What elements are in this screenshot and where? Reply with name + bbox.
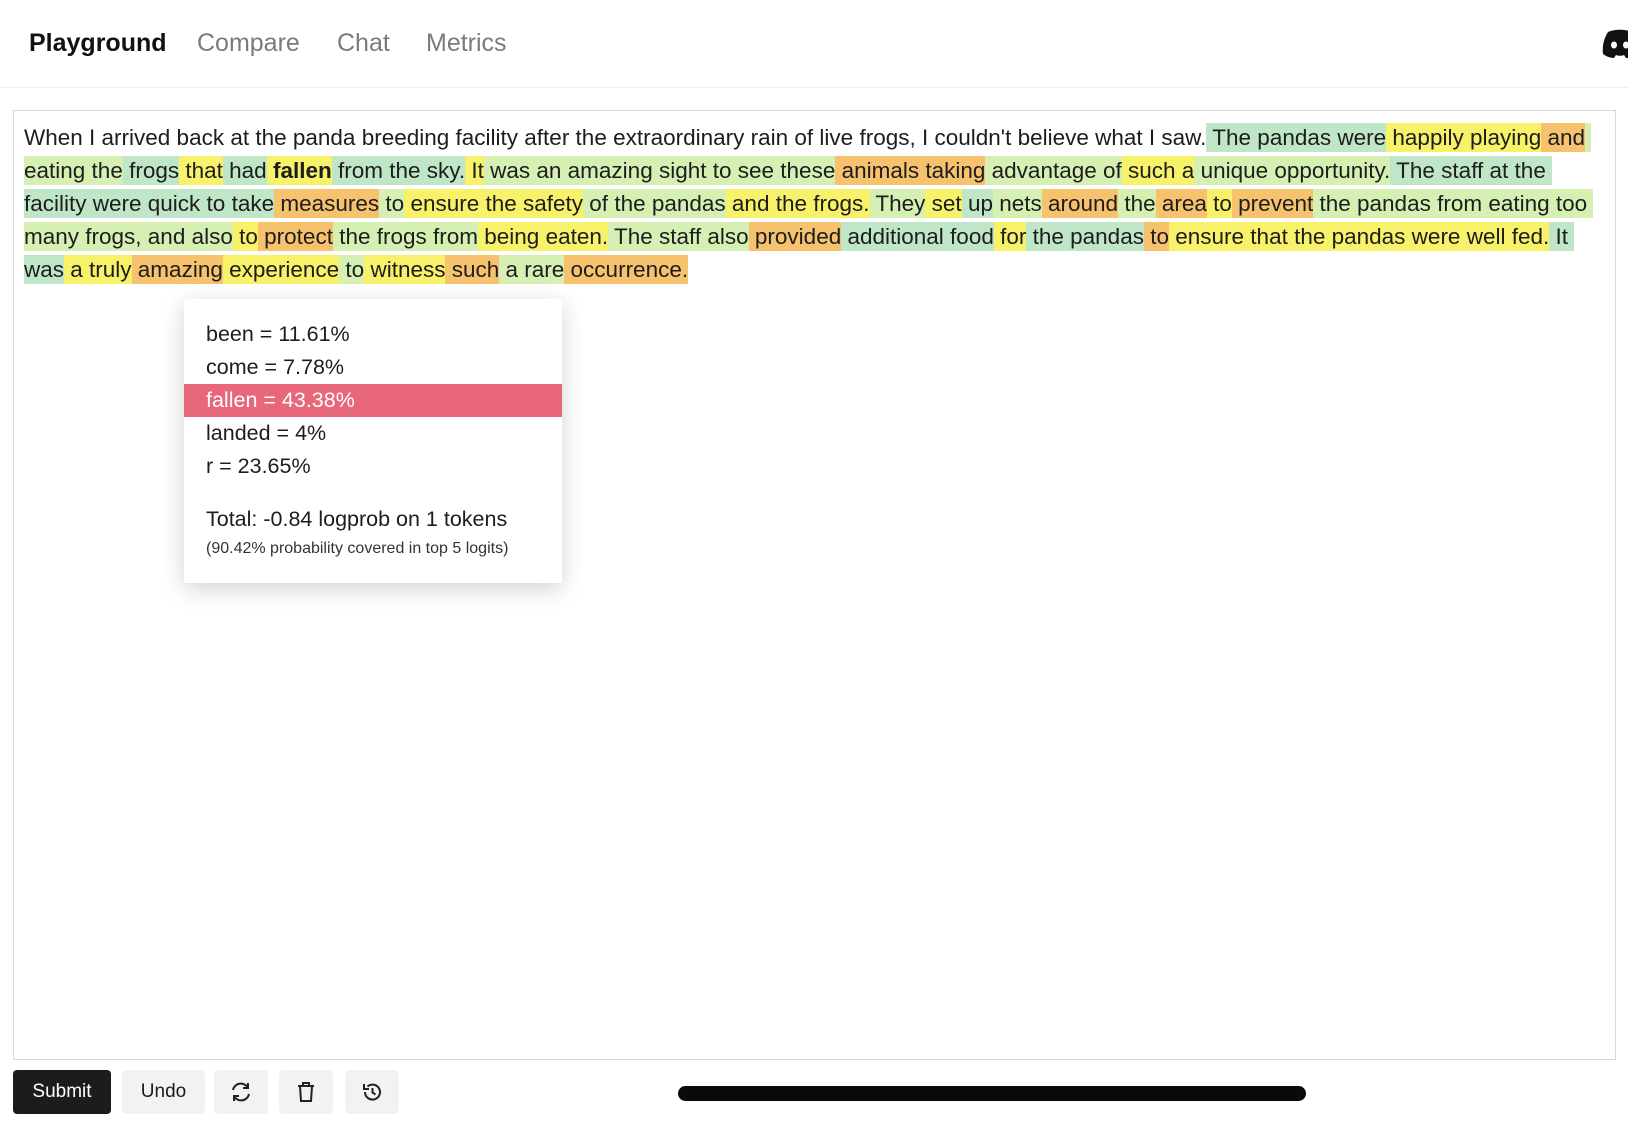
token[interactable]: to bbox=[232, 222, 258, 251]
token[interactable]: of the pandas bbox=[583, 189, 726, 218]
token[interactable]: measures bbox=[274, 189, 380, 218]
logit-option[interactable]: r = 23.65% bbox=[184, 450, 562, 483]
token[interactable]: additional food bbox=[841, 222, 994, 251]
token[interactable]: ensure that the pandas were well fed. bbox=[1169, 222, 1550, 251]
token[interactable]: amazing bbox=[131, 255, 223, 284]
token[interactable]: around bbox=[1041, 189, 1119, 218]
tab-metrics[interactable]: Metrics bbox=[426, 26, 507, 60]
token[interactable]: and the frogs. bbox=[725, 189, 870, 218]
token[interactable]: and bbox=[1541, 123, 1586, 152]
token[interactable]: nets bbox=[992, 189, 1042, 218]
discord-icon[interactable] bbox=[1600, 28, 1628, 60]
token[interactable]: a truly bbox=[64, 255, 132, 284]
tab-chat[interactable]: Chat bbox=[337, 26, 390, 60]
token[interactable]: for bbox=[993, 222, 1027, 251]
token[interactable]: protect bbox=[257, 222, 333, 251]
token[interactable]: from the sky. bbox=[331, 156, 466, 185]
history-button[interactable] bbox=[345, 1070, 399, 1114]
token[interactable]: the bbox=[1118, 189, 1156, 218]
token[interactable]: happily playing bbox=[1386, 123, 1542, 152]
token[interactable]: the frogs from bbox=[332, 222, 479, 251]
token[interactable]: ensure the safety bbox=[404, 189, 584, 218]
token[interactable]: up bbox=[961, 189, 993, 218]
token-text[interactable]: When I arrived back at the panda breedin… bbox=[24, 121, 1614, 286]
token[interactable]: They bbox=[869, 189, 926, 218]
submit-button[interactable]: Submit bbox=[13, 1070, 111, 1114]
trash-icon bbox=[298, 1082, 314, 1102]
token[interactable]: such a bbox=[1121, 156, 1195, 185]
token[interactable]: It bbox=[465, 156, 484, 185]
token[interactable]: a rare bbox=[499, 255, 565, 284]
home-indicator bbox=[678, 1086, 1306, 1101]
token[interactable]: When I arrived back at the panda breedin… bbox=[24, 123, 1206, 152]
token[interactable]: animals taking bbox=[835, 156, 986, 185]
logit-option[interactable]: landed = 4% bbox=[184, 417, 562, 450]
token[interactable]: was an amazing sight to see these bbox=[483, 156, 836, 185]
token[interactable]: The staff also bbox=[608, 222, 749, 251]
token[interactable]: provided bbox=[748, 222, 842, 251]
regenerate-button[interactable] bbox=[214, 1070, 268, 1114]
undo-button[interactable]: Undo bbox=[122, 1070, 205, 1114]
token[interactable]: area bbox=[1155, 189, 1207, 218]
token[interactable]: witness bbox=[364, 255, 446, 284]
token[interactable]: had bbox=[222, 156, 267, 185]
token[interactable]: set bbox=[925, 189, 962, 218]
token[interactable]: being eaten. bbox=[478, 222, 609, 251]
text-editor[interactable]: When I arrived back at the panda breedin… bbox=[13, 110, 1616, 1060]
history-icon bbox=[363, 1083, 381, 1101]
token[interactable]: prevent bbox=[1231, 189, 1314, 218]
token[interactable]: to bbox=[339, 255, 365, 284]
token[interactable]: such bbox=[445, 255, 500, 284]
tab-compare[interactable]: Compare bbox=[197, 26, 300, 60]
token-selected[interactable]: fallen bbox=[266, 156, 332, 185]
logit-option-selected[interactable]: fallen = 43.38% bbox=[184, 384, 562, 417]
token[interactable]: to bbox=[379, 189, 405, 218]
top-nav: Playground Compare Chat Metrics bbox=[0, 0, 1628, 88]
token[interactable]: to bbox=[1143, 222, 1169, 251]
token[interactable]: occurrence. bbox=[564, 255, 689, 284]
token[interactable]: experience bbox=[222, 255, 340, 284]
probability-coverage: (90.42% probability covered in top 5 log… bbox=[206, 540, 509, 557]
tab-playground[interactable]: Playground bbox=[29, 26, 167, 60]
logprob-total: Total: -0.84 logprob on 1 tokens bbox=[206, 507, 508, 531]
token[interactable]: The pandas were bbox=[1206, 123, 1387, 152]
token[interactable]: that bbox=[179, 156, 223, 185]
refresh-icon bbox=[232, 1082, 250, 1102]
delete-button[interactable] bbox=[279, 1070, 333, 1114]
token[interactable]: unique opportunity. bbox=[1194, 156, 1391, 185]
logit-option[interactable]: been = 11.61% bbox=[184, 318, 562, 351]
logits-popup: been = 11.61% come = 7.78% fallen = 43.3… bbox=[184, 299, 562, 583]
token[interactable]: to bbox=[1206, 189, 1232, 218]
logit-option[interactable]: come = 7.78% bbox=[184, 351, 562, 384]
token[interactable]: advantage of bbox=[985, 156, 1122, 185]
token[interactable]: the pandas bbox=[1026, 222, 1144, 251]
token[interactable]: frogs bbox=[122, 156, 180, 185]
